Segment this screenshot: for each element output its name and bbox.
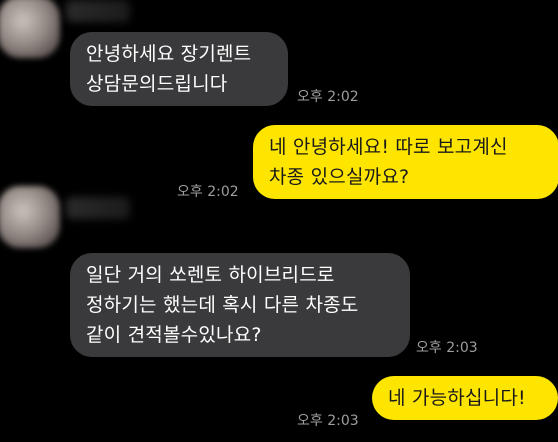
sender-name bbox=[66, 0, 130, 22]
message-bubble-outgoing[interactable]: 네 안녕하세요! 따로 보고계신 차종 있으실까요? bbox=[253, 125, 558, 199]
message-text: 일단 거의 쏘렌토 하이브리드로 bbox=[86, 264, 335, 286]
message-timestamp: 오후 2:02 bbox=[297, 89, 359, 105]
avatar[interactable] bbox=[0, 0, 60, 58]
message-text: 안녕하세요 장기렌트 bbox=[86, 43, 252, 65]
message-bubble-incoming[interactable]: 일단 거의 쏘렌토 하이브리드로 정하기는 했는데 혹시 다른 차종도 같이 견… bbox=[70, 253, 410, 357]
sender-name bbox=[66, 197, 130, 219]
message-text: 같이 견적볼수있나요? bbox=[86, 324, 262, 346]
message-text: 차종 있으실까요? bbox=[269, 166, 410, 188]
message-text: 정하기는 했는데 혹시 다른 차종도 bbox=[86, 294, 359, 316]
message-text: 네 안녕하세요! 따로 보고계신 bbox=[269, 136, 508, 158]
message-timestamp: 오후 2:03 bbox=[297, 413, 359, 429]
message-text: 상담문의드립니다 bbox=[86, 73, 228, 95]
message-timestamp: 오후 2:02 bbox=[177, 184, 239, 200]
message-bubble-outgoing[interactable]: 네 가능하십니다! bbox=[372, 376, 558, 420]
message-text: 네 가능하십니다! bbox=[388, 387, 526, 409]
message-timestamp: 오후 2:03 bbox=[416, 340, 478, 356]
message-bubble-incoming[interactable]: 안녕하세요 장기렌트 상담문의드립니다 bbox=[70, 32, 288, 106]
avatar[interactable] bbox=[0, 186, 60, 248]
